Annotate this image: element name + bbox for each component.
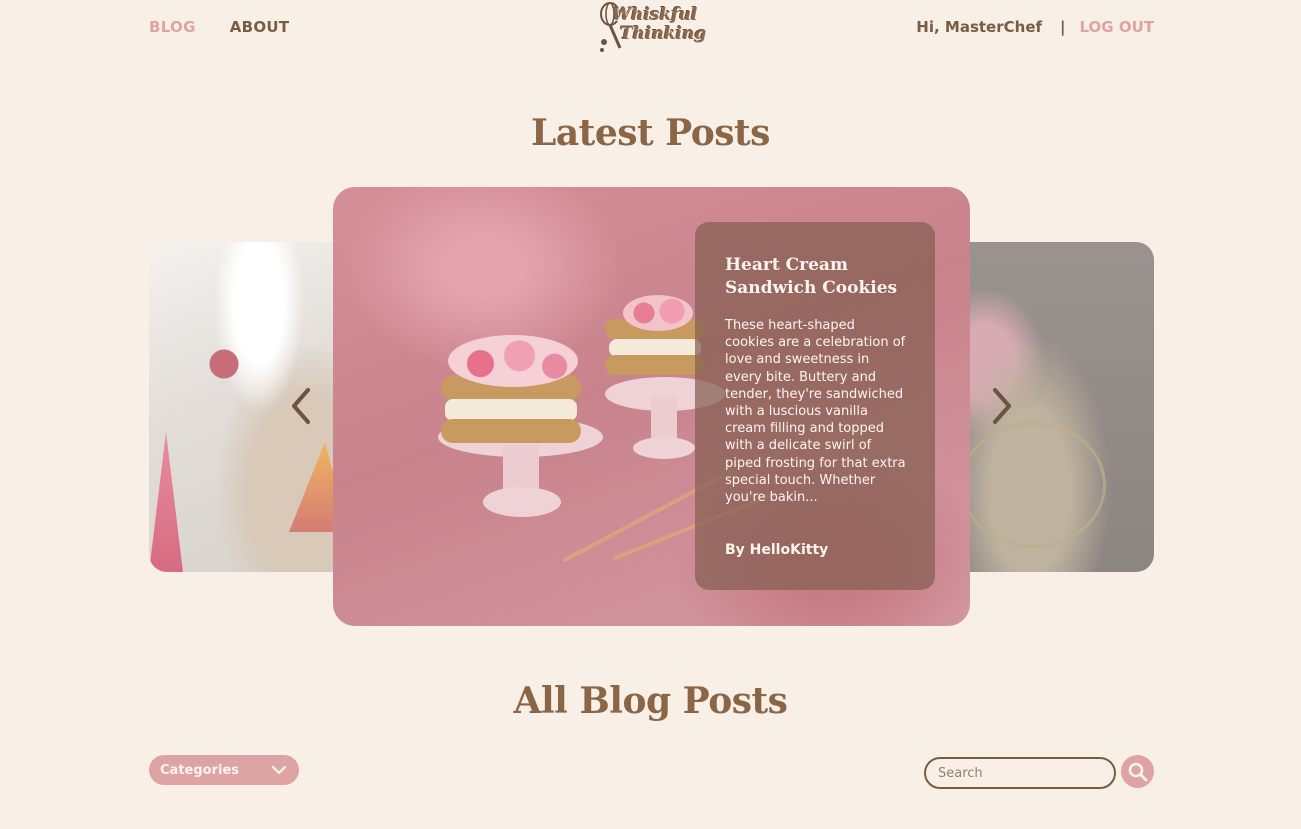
nav-about-link[interactable]: ABOUT — [230, 18, 290, 36]
carousel-prev-button[interactable] — [281, 386, 321, 426]
cookie-layer — [441, 419, 581, 443]
cake-stand — [483, 487, 561, 517]
cake-stand — [633, 437, 695, 459]
cookie-layer — [605, 355, 705, 375]
carousel-card-featured[interactable]: Heart Cream Sandwich Cookies These heart… — [333, 187, 970, 626]
featured-post-info[interactable]: Heart Cream Sandwich Cookies These heart… — [695, 222, 935, 590]
site-logo[interactable]: Whiskful Thinking — [598, 2, 706, 56]
cream-layer — [445, 399, 577, 421]
featured-post-author: By HelloKitty — [725, 542, 829, 558]
featured-post-excerpt: These heart-shaped cookies are a celebra… — [725, 318, 906, 506]
all-posts-heading: All Blog Posts — [513, 680, 788, 722]
chevron-left-icon — [292, 388, 310, 424]
featured-post-title[interactable]: Heart Cream Sandwich Cookies — [725, 254, 915, 300]
user-menu: Hi, MasterChef | LOG OUT — [916, 18, 1154, 36]
frosting-roses — [623, 295, 693, 331]
chevron-down-icon — [271, 765, 287, 775]
categories-dropdown[interactable]: Categories — [149, 755, 299, 785]
search-button[interactable] — [1121, 755, 1154, 788]
main-nav: BLOG ABOUT — [149, 18, 289, 36]
card-image-decoration — [149, 432, 183, 572]
search-icon — [1128, 762, 1147, 781]
frosting-roses — [448, 335, 578, 387]
carousel-card-next[interactable] — [950, 242, 1154, 572]
logout-link[interactable]: LOG OUT — [1080, 18, 1154, 36]
carousel-next-button[interactable] — [982, 386, 1022, 426]
nav-separator: | — [1060, 18, 1066, 36]
chevron-right-icon — [993, 388, 1011, 424]
latest-posts-heading: Latest Posts — [531, 112, 770, 154]
logo-line-2: Thinking — [620, 24, 707, 44]
nav-blog-link[interactable]: BLOG — [149, 18, 196, 36]
logo-wordmark: Whiskful Thinking — [612, 6, 706, 44]
logo-line-1: Whiskful — [612, 5, 698, 25]
categories-label: Categories — [160, 762, 240, 778]
user-greeting: Hi, MasterChef — [916, 18, 1043, 36]
search-input[interactable] — [924, 757, 1116, 789]
card-image-decoration — [960, 422, 1106, 548]
